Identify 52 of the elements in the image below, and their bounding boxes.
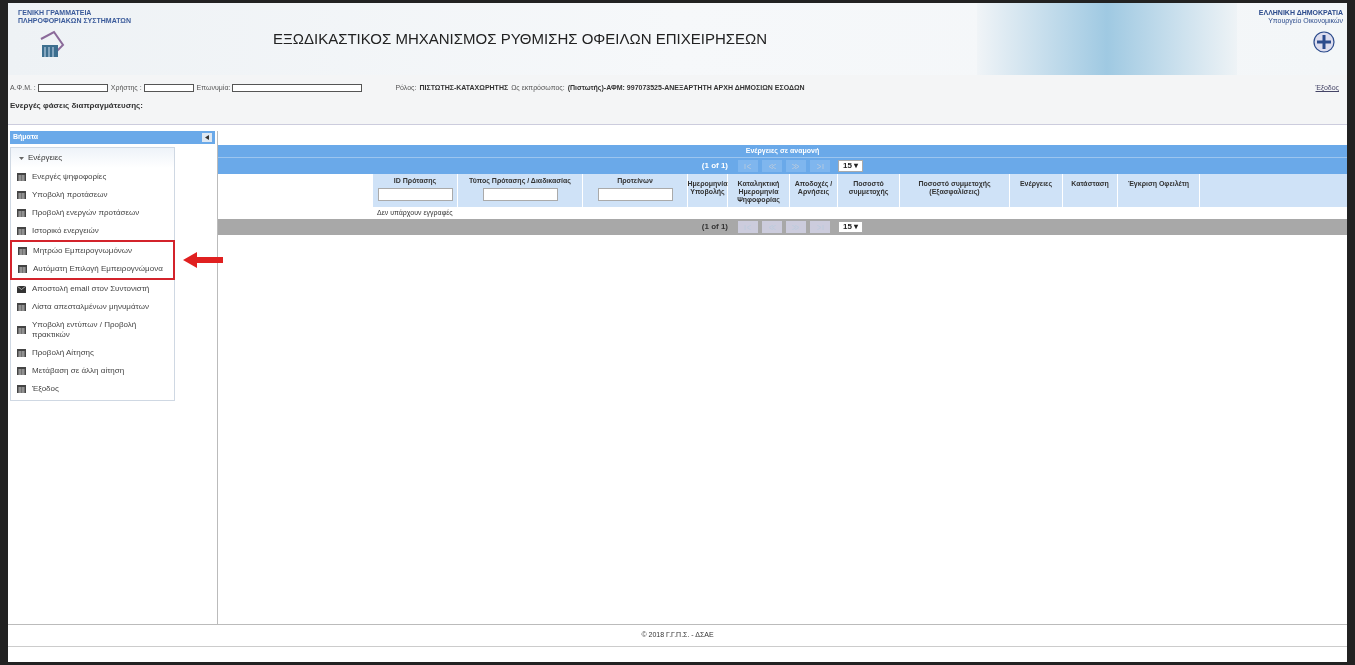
table-icon [18,265,27,273]
page-nav-button[interactable] [786,160,807,172]
table-icon [18,247,27,255]
sidebar-item[interactable]: Ιστορικό ενεργειών [11,222,174,240]
filter-field[interactable] [377,188,453,201]
left-arrow-drawing [183,252,223,268]
sidebar-item[interactable]: Μετάβαση σε άλλη αίτηση [11,362,174,380]
collapse-button[interactable] [202,133,212,142]
rows-per-page-select[interactable]: 15 ▾ [838,160,864,172]
page-nav-button[interactable] [738,221,759,233]
table-icon [17,385,26,393]
emblem-icon [1313,31,1335,53]
table-icon [17,349,26,357]
sidebar-item[interactable]: Υποβολή προτάσεων [11,186,174,204]
envelope-icon [17,285,26,293]
sidebar-item[interactable]: Προβολή Αίτησης [11,344,174,362]
page-nav-button[interactable] [810,160,831,172]
table-icon [17,303,26,311]
page-nav-button[interactable] [762,221,783,233]
page-nav-button[interactable] [786,221,807,233]
left-arrow-icon [744,163,753,169]
table-icon [17,209,26,217]
table-icon [17,227,26,235]
sidebar-item[interactable]: Αυτόματη Επιλογή Εμπειρογνώμονα [12,260,173,278]
page-nav-button[interactable] [738,160,759,172]
rows-per-page-select[interactable]: 15 ▾ [838,221,864,233]
table-icon [17,173,26,181]
left-caret-icon [205,135,209,140]
input-field[interactable] [37,84,108,93]
active-phases-label: Ενεργές φάσεις διαπραγμάτευσης: [10,99,144,112]
page-nav-button[interactable] [762,160,783,172]
filter-field[interactable] [482,188,558,201]
input-field[interactable] [143,84,194,93]
left-arrow-icon [768,163,777,169]
page-indicator: (1 of 1) [701,221,729,233]
sidebar-item[interactable]: Προβολή ενεργών προτάσεων [11,204,174,222]
page-nav-button[interactable] [810,221,831,233]
sidebar-item[interactable]: Αποστολή email στον Συντονιστή [11,280,174,298]
sidebar-item[interactable]: Ενεργές ψηφοφορίες [11,168,174,186]
sidebar-item[interactable]: Έξοδος [11,380,174,398]
filter-field[interactable] [597,188,673,201]
right-arrow-icon [792,163,801,169]
table-icon [17,367,26,375]
table-icon [17,326,26,334]
sidebar-item[interactable]: Υποβολή εντύπων / Προβολή πρακτικών [11,316,174,344]
page-indicator: (1 of 1) [701,160,729,172]
sidebar-item[interactable]: Μητρώο Εμπειρογνωμόνων [12,242,173,260]
input-field[interactable] [232,84,363,93]
page-title: ΕΞΩΔΙΚΑΣΤΙΚΟΣ ΜΗΧΑΝΙΣΜΟΣ ΡΥΘΜΙΣΗΣ ΟΦΕΙΛΩΝ ΕΠΙΧΕΙΡΗΣΕΩΝ [273,28,768,49]
table-icon [17,191,26,199]
sidebar-item[interactable]: Λίστα απεσταλμένων μηνυμάτων [11,298,174,316]
right-arrow-icon [816,163,825,169]
